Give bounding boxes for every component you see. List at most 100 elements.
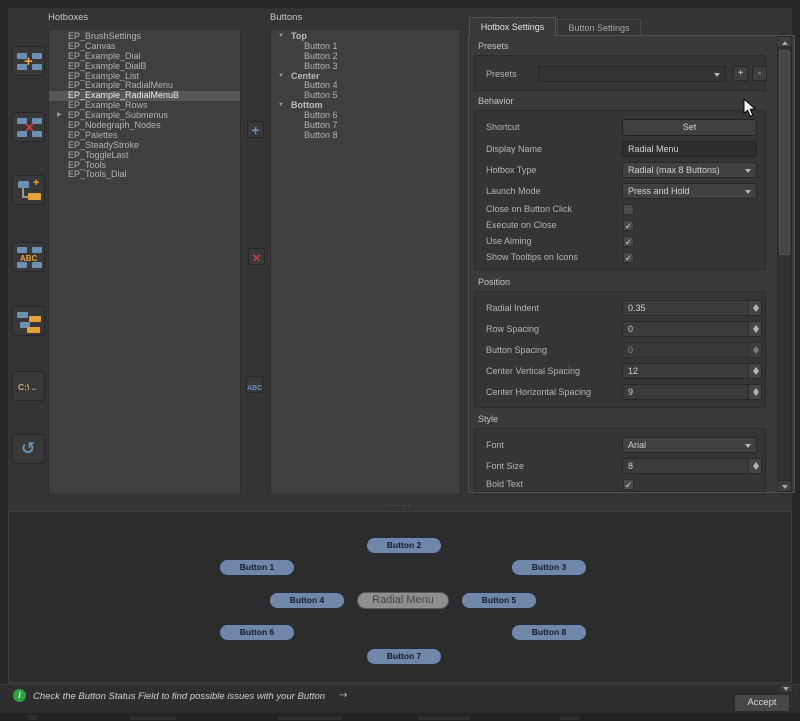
preview-button-7[interactable]: Button 7 (366, 648, 442, 665)
buttons-panel-title: Buttons (270, 12, 302, 23)
tree-group-bottom[interactable]: ▼Bottom (271, 101, 460, 111)
hotbox-folder-button[interactable]: C:\ .. (12, 371, 45, 401)
shortcut-label: Shortcut (486, 119, 520, 135)
spinner-arrows-icon[interactable] (748, 301, 761, 315)
collapse-arrow-icon[interactable]: ▼ (278, 32, 284, 42)
bold-text-label: Bold Text (486, 476, 523, 492)
organize-hotboxes-button[interactable] (12, 306, 45, 336)
splitter-handle[interactable]: ····· (0, 501, 800, 510)
tree-group-center[interactable]: ▼Center (271, 72, 460, 82)
hotbox-type-select[interactable]: Radial (max 8 Buttons) (622, 162, 757, 178)
tree-group-top[interactable]: ▼Top (271, 32, 460, 42)
preview-button-1[interactable]: Button 1 (219, 559, 295, 576)
show-tooltips-checkbox[interactable]: ✓ (623, 252, 634, 263)
rename-hotbox-icon: ABC (13, 243, 44, 271)
radial-indent-spinner[interactable]: 0.35 (622, 300, 762, 316)
preview-button-6[interactable]: Button 6 (219, 624, 295, 641)
accept-button[interactable]: Accept (734, 694, 790, 712)
tree-item-button[interactable]: Button 8 (271, 131, 460, 141)
execute-on-close-label: Execute on Close (486, 217, 557, 233)
add-preset-button[interactable]: + (733, 66, 748, 81)
scroll-down-icon (782, 485, 788, 489)
hotbox-type-label: Hotbox Type (486, 162, 536, 178)
reset-hotboxes-icon: ↺ (13, 435, 44, 463)
row-spacing-spinner[interactable]: 0 (622, 321, 762, 337)
close-on-click-checkbox[interactable] (623, 204, 634, 215)
presets-select[interactable] (538, 66, 726, 82)
add-icon: + (251, 122, 259, 138)
collapse-arrow-icon[interactable]: ▼ (278, 101, 284, 111)
font-size-spinner[interactable]: 8 (622, 458, 762, 474)
preview-button-4[interactable]: Button 4 (269, 592, 345, 609)
delete-x-icon: ✕ (252, 253, 261, 265)
use-aiming-label: Use Aiming (486, 233, 532, 249)
scrollbar-thumb[interactable] (779, 50, 790, 255)
delete-hotbox-button[interactable]: ✕ (12, 112, 45, 142)
expand-arrow-icon[interactable]: ▶ (57, 111, 62, 121)
center-vertical-spacing-spinner[interactable]: 12 (622, 363, 762, 379)
show-tooltips-label: Show Tooltips on Icons (486, 249, 578, 265)
add-button-button[interactable]: + (247, 121, 264, 138)
display-name-label: Display Name (486, 141, 542, 157)
remove-preset-button[interactable]: - (752, 66, 767, 81)
spinner-arrows-icon[interactable] (748, 385, 761, 399)
preview-button-8[interactable]: Button 8 (511, 624, 587, 641)
preview-center-label: Radial Menu (357, 592, 449, 609)
preview-button-2[interactable]: Button 2 (366, 537, 442, 554)
scroll-down-button[interactable] (777, 480, 792, 492)
presets-label: Presets (486, 66, 517, 82)
tree-item-button[interactable]: Button 2 (271, 52, 460, 62)
tree-item-button[interactable]: Button 4 (271, 81, 460, 91)
presets-section-header: Presets (478, 41, 509, 51)
launch-mode-select[interactable]: Press and Hold (622, 183, 757, 199)
reset-hotboxes-button[interactable]: ↺ (12, 434, 45, 464)
row-spacing-label: Row Spacing (486, 321, 539, 337)
radial-indent-label: Radial Indent (486, 300, 539, 316)
new-submenu-button[interactable]: + (12, 175, 45, 205)
hotbox-item[interactable]: EP_Tools_Dial (49, 170, 240, 180)
buttons-tree: ▼Top Button 1 Button 2 Button 3 ▼Center … (270, 29, 461, 495)
rename-hotbox-button[interactable]: ABC (12, 242, 45, 272)
preview-button-3[interactable]: Button 3 (511, 559, 587, 576)
tab-button-settings[interactable]: Button Settings (557, 19, 641, 36)
spinner-arrows-icon[interactable] (748, 364, 761, 378)
display-name-input[interactable] (622, 141, 757, 157)
collapse-arrow-icon[interactable]: ▼ (278, 72, 284, 82)
tree-item-button[interactable]: Button 1 (271, 42, 460, 52)
launch-mode-label: Launch Mode (486, 183, 541, 199)
position-section-header: Position (478, 277, 510, 287)
hotbox-editor-window: + ✕ + ABC (0, 0, 800, 721)
use-aiming-checkbox[interactable]: ✓ (623, 236, 634, 247)
font-select[interactable]: Arial (622, 437, 757, 453)
hotboxes-panel-title: Hotboxes (48, 12, 88, 23)
folder-path-icon: C:\ .. (13, 372, 44, 400)
behavior-section-header: Behavior (478, 96, 514, 106)
font-size-label: Font Size (486, 458, 524, 474)
font-label: Font (486, 437, 504, 453)
dropdown-arrow-icon (745, 190, 751, 194)
button-spacing-spinner: 0 (622, 342, 762, 358)
dropdown-arrow-icon (745, 444, 751, 448)
mouse-cursor (743, 98, 757, 118)
center-horizontal-spacing-spinner[interactable]: 9 (622, 384, 762, 400)
tree-item-button[interactable]: Button 7 (271, 121, 460, 131)
shortcut-set-button[interactable]: Set (622, 119, 757, 136)
status-expand-button[interactable] (779, 683, 793, 693)
add-hotbox-button[interactable]: + (12, 46, 45, 76)
hotboxes-list: EP_BrushSettings EP_Canvas EP_Example_Di… (48, 29, 241, 495)
dropdown-arrow-icon (783, 687, 789, 691)
arrow-right-icon: → (339, 690, 347, 701)
execute-on-close-checkbox[interactable]: ✓ (623, 220, 634, 231)
delete-button-button[interactable]: ✕ (248, 248, 265, 265)
organize-hotboxes-icon (13, 307, 44, 335)
status-message: Check the Button Status Field to find po… (33, 691, 325, 702)
tab-hotbox-settings[interactable]: Hotbox Settings (469, 17, 556, 36)
tree-item-button[interactable]: Button 6 (271, 111, 460, 121)
bold-text-checkbox[interactable]: ✓ (623, 479, 634, 490)
spinner-arrows-icon[interactable] (748, 322, 761, 336)
rename-button-button[interactable]: ABC (246, 376, 263, 393)
scroll-up-button[interactable] (777, 36, 792, 48)
preview-button-5[interactable]: Button 5 (461, 592, 537, 609)
scroll-up-icon (782, 41, 788, 45)
spinner-arrows-icon[interactable] (748, 459, 761, 473)
